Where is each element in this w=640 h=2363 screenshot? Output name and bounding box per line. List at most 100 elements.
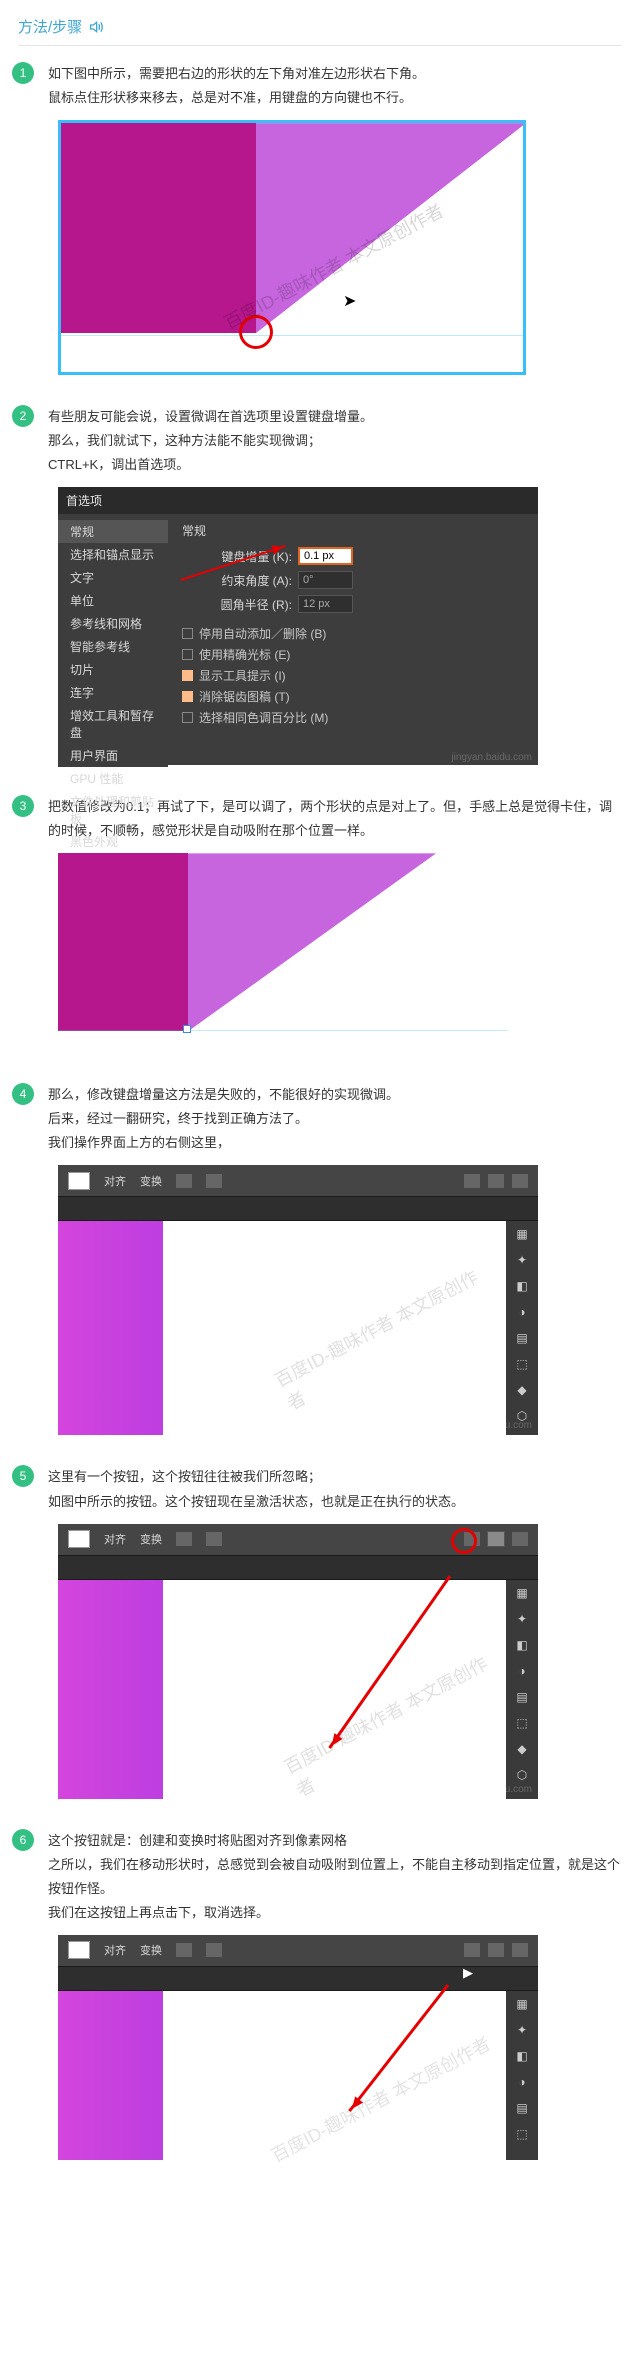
- document-tab-bar: [58, 1197, 538, 1221]
- dialog-title: 首选项: [58, 487, 538, 514]
- screenshot-workspace-highlight: 对齐 变换 百度ID-趣味作者: [58, 1524, 538, 1799]
- sidebar-item[interactable]: 常规: [58, 520, 168, 543]
- step-6: 6 这个按钮就是：创建和变换时将贴图对齐到像素网格 之所以，我们在移动形状时，总…: [12, 1829, 622, 2160]
- step-line: 之所以，我们在移动形状时，总感觉到会被自动吸附到位置上，不能自主移动到指定位置，…: [48, 1853, 622, 1901]
- tool-icon[interactable]: ✦: [506, 1247, 538, 1273]
- toolbar-icon[interactable]: [512, 1943, 528, 1957]
- options-bar: 对齐 变换: [58, 1935, 538, 1967]
- tool-icon[interactable]: ◑: [506, 1299, 538, 1325]
- pixel-snap-button[interactable]: [488, 1943, 504, 1957]
- screenshot-shapes: ➤ 百度ID-趣味作者 本文原创作者: [58, 120, 526, 375]
- toolbar-label: 对齐: [104, 1531, 126, 1547]
- sidebar-item[interactable]: 增效工具和暂存盘: [58, 704, 168, 744]
- step-line: 这里有一个按钮，这个按钮往往被我们所忽略；: [48, 1465, 622, 1489]
- section-header: 方法/步骤: [18, 16, 622, 46]
- tool-icon[interactable]: ◧: [506, 2043, 538, 2069]
- toolbar-label: 对齐: [104, 1942, 126, 1958]
- checkbox-item[interactable]: 选择相同色调百分比 (M): [182, 707, 524, 728]
- checkbox-label: 使用精确光标 (E): [199, 646, 290, 663]
- step-number: 4: [12, 1083, 34, 1105]
- toolbar-icon[interactable]: [206, 1943, 222, 1957]
- fill-swatch[interactable]: [68, 1530, 90, 1548]
- step-5: 5 这里有一个按钮，这个按钮往往被我们所忽略； 如图中所示的按钮。这个按钮现在呈…: [12, 1465, 622, 1798]
- toolbar-icon[interactable]: [512, 1174, 528, 1188]
- keyboard-increment-input[interactable]: 0.1 px: [298, 547, 353, 565]
- sidebar-item[interactable]: 参考线和网格: [58, 612, 168, 635]
- sidebar-item[interactable]: 用户界面: [58, 744, 168, 767]
- toolbar-label: 变换: [140, 1173, 162, 1189]
- tool-icon[interactable]: ▦: [506, 1221, 538, 1247]
- sidebar-item[interactable]: 选择和锚点显示: [58, 543, 168, 566]
- checkbox-list: 停用自动添加／删除 (B) 使用精确光标 (E) 显示工具提示 (I) 消除锯齿…: [182, 623, 524, 728]
- toolbar-label: 变换: [140, 1942, 162, 1958]
- tool-icon[interactable]: ⬚: [506, 1351, 538, 1377]
- tool-icon[interactable]: ▦: [506, 1580, 538, 1606]
- sidebar-item[interactable]: 单位: [58, 589, 168, 612]
- step-2: 2 有些朋友可能会说，设置微调在首选项里设置键盘增量。 那么，我们就试下，这种方…: [12, 405, 622, 765]
- checkbox-label: 选择相同色调百分比 (M): [199, 709, 328, 726]
- tool-icon[interactable]: ⬚: [506, 1710, 538, 1736]
- tool-icon[interactable]: ▤: [506, 1684, 538, 1710]
- checkbox-item[interactable]: 显示工具提示 (I): [182, 665, 524, 686]
- sidebar-item[interactable]: 黑色外观: [58, 830, 168, 853]
- checkbox-label: 显示工具提示 (I): [199, 667, 286, 684]
- radius-input[interactable]: 12 px: [298, 595, 353, 613]
- angle-input[interactable]: 0°: [298, 571, 353, 589]
- prefs-sidebar: 常规 选择和锚点显示 文字 单位 参考线和网格 智能参考线 切片 连字 增效工具…: [58, 514, 168, 767]
- fill-swatch[interactable]: [68, 1941, 90, 1959]
- tool-icon[interactable]: ◧: [506, 1273, 538, 1299]
- step-text: 如下图中所示，需要把右边的形状的左下角对准左边形状右下角。 鼠标点住形状移来移去…: [48, 62, 622, 110]
- toolbar-icon[interactable]: [206, 1532, 222, 1546]
- tool-icon[interactable]: ✦: [506, 1606, 538, 1632]
- step-line: 后来，经过一翻研究，终于找到正确方法了。: [48, 1107, 622, 1131]
- toolbar-icon[interactable]: [176, 1532, 192, 1546]
- checkbox-item[interactable]: 停用自动添加／删除 (B): [182, 623, 524, 644]
- pixel-snap-button[interactable]: [488, 1532, 504, 1546]
- pixel-snap-button[interactable]: [488, 1174, 504, 1188]
- tools-panel: ▦✦◧ ◑▤⬚ ◆⬡: [506, 1221, 538, 1435]
- tool-icon[interactable]: ◆: [506, 1736, 538, 1762]
- toolbar-icon[interactable]: [464, 1943, 480, 1957]
- highlight-circle: [451, 1528, 477, 1554]
- watermark: 百度ID-趣味作者 本文原创作者: [266, 2030, 495, 2168]
- toolbar-icon[interactable]: [464, 1174, 480, 1188]
- anchor-point: [183, 1025, 191, 1033]
- step-text: 那么，修改键盘增量这方法是失败的，不能很好的实现微调。 后来，经过一翻研究，终于…: [48, 1083, 622, 1155]
- step-4: 4 那么，修改键盘增量这方法是失败的，不能很好的实现微调。 后来，经过一翻研究，…: [12, 1083, 622, 1435]
- tool-icon[interactable]: ◧: [506, 1632, 538, 1658]
- watermark-url: jingyan.baidu.com: [451, 1420, 532, 1431]
- cursor-icon: ▶: [463, 1965, 473, 1981]
- panel-heading: 常规: [182, 522, 524, 539]
- checkbox-item[interactable]: 使用精确光标 (E): [182, 644, 524, 665]
- tool-icon[interactable]: ⬚: [506, 2121, 538, 2147]
- toolbar-icon[interactable]: [512, 1532, 528, 1546]
- tool-icon[interactable]: ▤: [506, 1325, 538, 1351]
- tool-icon[interactable]: ◑: [506, 2069, 538, 2095]
- step-line: 如下图中所示，需要把右边的形状的左下角对准左边形状右下角。: [48, 62, 622, 86]
- tool-icon[interactable]: ✦: [506, 2017, 538, 2043]
- step-number: 3: [12, 795, 34, 817]
- watermark: 百度ID-趣味作者 本文原创作者: [270, 1259, 505, 1417]
- checkbox-item[interactable]: 消除锯齿图稿 (T): [182, 686, 524, 707]
- sidebar-item[interactable]: 切片: [58, 658, 168, 681]
- tools-panel: ▦✦◧ ◑▤⬚ ◆⬡: [506, 1580, 538, 1799]
- sidebar-item[interactable]: GPU 性能: [58, 767, 168, 790]
- sidebar-item[interactable]: 连字: [58, 681, 168, 704]
- step-text: 有些朋友可能会说，设置微调在首选项里设置键盘增量。 那么，我们就试下，这种方法能…: [48, 405, 622, 477]
- options-bar: 对齐 变换: [58, 1165, 538, 1197]
- sidebar-item[interactable]: 文字: [58, 566, 168, 589]
- step-line: 如图中所示的按钮。这个按钮现在呈激活状态，也就是正在执行的状态。: [48, 1490, 622, 1514]
- tool-icon[interactable]: ◑: [506, 1658, 538, 1684]
- sound-icon[interactable]: [88, 19, 104, 35]
- fill-swatch[interactable]: [68, 1172, 90, 1190]
- step-number: 6: [12, 1829, 34, 1851]
- tool-icon[interactable]: ◆: [506, 1377, 538, 1403]
- toolbar-icon[interactable]: [206, 1174, 222, 1188]
- step-number: 1: [12, 62, 34, 84]
- toolbar-icon[interactable]: [176, 1174, 192, 1188]
- sidebar-item[interactable]: 智能参考线: [58, 635, 168, 658]
- tool-icon[interactable]: ▦: [506, 1991, 538, 2017]
- sidebar-item[interactable]: 文件处理和剪贴板: [58, 790, 168, 830]
- toolbar-icon[interactable]: [176, 1943, 192, 1957]
- tool-icon[interactable]: ▤: [506, 2095, 538, 2121]
